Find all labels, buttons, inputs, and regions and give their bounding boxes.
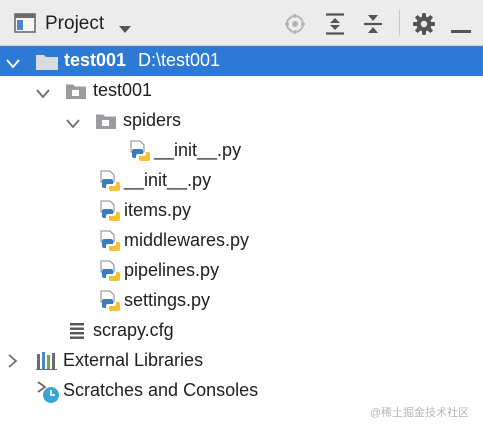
python-file-icon <box>98 260 120 287</box>
tree-root-test001[interactable]: test001 D:\test001 <box>0 46 483 76</box>
folder-icon <box>36 53 58 75</box>
tree-item-label: External Libraries <box>63 350 204 370</box>
tree-item-spiders[interactable]: spiders <box>0 106 483 136</box>
tree-item-spiders-init-py[interactable]: __init__.py <box>0 136 483 166</box>
tree-item-label: middlewares.py <box>124 230 250 250</box>
tree-item-test001-package[interactable]: test001 <box>0 76 483 106</box>
project-panel-icon <box>14 13 36 38</box>
chevron-right-icon[interactable] <box>8 354 18 373</box>
tree-item-label: settings.py <box>124 290 211 310</box>
tree-item-label: test001 <box>93 80 153 100</box>
tree-item-label: spiders <box>123 110 182 130</box>
expand-all-icon[interactable] <box>325 13 345 40</box>
tree-item-scratches-consoles[interactable]: Scratches and Consoles <box>0 376 483 406</box>
chevron-down-icon[interactable] <box>6 56 20 74</box>
config-file-icon <box>68 322 86 345</box>
tree-item-label: items.py <box>124 200 192 220</box>
package-folder-icon <box>96 113 116 134</box>
tree-item-pipelines-py[interactable]: pipelines.py <box>0 256 483 286</box>
chevron-down-icon[interactable] <box>118 21 132 39</box>
tree-item-settings-py[interactable]: settings.py <box>0 286 483 316</box>
project-path: D:\test001 <box>138 50 221 70</box>
tree-item-label: test001 <box>64 50 127 70</box>
minimize-icon[interactable] <box>451 21 471 39</box>
tree-item-label: scrapy.cfg <box>93 320 174 340</box>
collapse-all-icon[interactable] <box>363 13 383 40</box>
tree-item-external-libraries[interactable]: External Libraries <box>0 346 483 376</box>
python-file-icon <box>128 140 150 167</box>
tree-item-label: pipelines.py <box>124 260 220 280</box>
python-file-icon <box>98 290 120 317</box>
tree-item-init-py[interactable]: __init__.py <box>0 166 483 196</box>
toolbar-separator <box>399 10 400 36</box>
python-file-icon <box>98 230 120 257</box>
scratches-clock-icon <box>36 380 60 409</box>
library-icon <box>36 352 58 375</box>
tree-item-scrapy-cfg[interactable]: scrapy.cfg <box>0 316 483 346</box>
project-tool-window: Project test001 D:\test001 test001 spide… <box>0 0 483 432</box>
chevron-down-icon[interactable] <box>36 86 50 104</box>
chevron-down-icon[interactable] <box>66 116 80 134</box>
tree-item-label: Scratches and Consoles <box>63 380 259 400</box>
gear-icon[interactable] <box>413 13 435 40</box>
tree-item-label: __init__.py <box>124 170 212 190</box>
watermark: @稀土掘金技术社区 <box>369 407 469 419</box>
crosshair-icon[interactable] <box>284 13 306 40</box>
tree-item-middlewares-py[interactable]: middlewares.py <box>0 226 483 256</box>
python-file-icon <box>98 200 120 227</box>
project-toolbar: Project <box>0 0 483 46</box>
panel-title[interactable]: Project <box>45 13 104 35</box>
python-file-icon <box>98 170 120 197</box>
tree-item-label: __init__.py <box>154 140 242 160</box>
tree-item-items-py[interactable]: items.py <box>0 196 483 226</box>
package-folder-icon <box>66 83 86 104</box>
